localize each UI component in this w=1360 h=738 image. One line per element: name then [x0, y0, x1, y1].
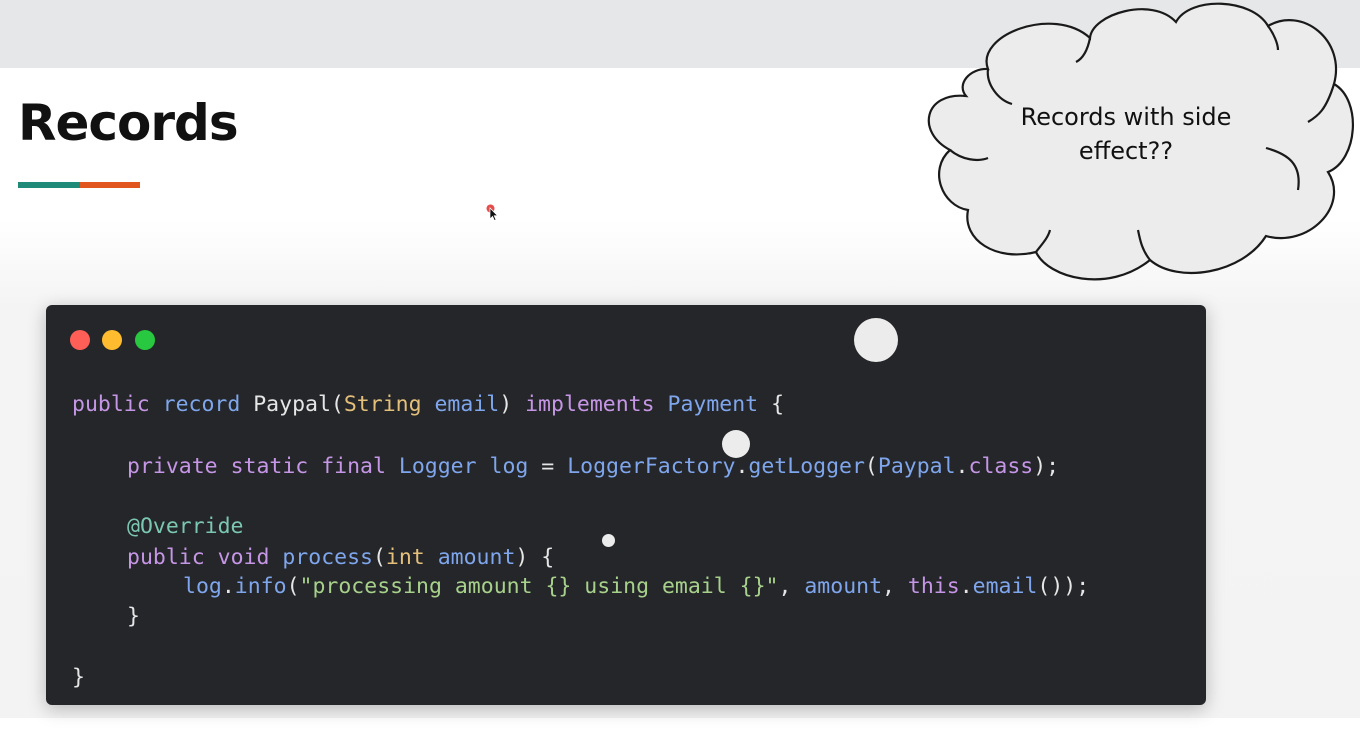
title-underline	[18, 182, 140, 188]
code-token: implements	[525, 392, 655, 417]
slide-title: Records	[18, 94, 239, 152]
code-line-7: }	[72, 663, 85, 693]
underline-orange	[80, 182, 140, 188]
code-token: ,	[882, 574, 908, 599]
code-token: Paypal	[877, 454, 956, 479]
code-line-1: public record Paypal(String email) imple…	[72, 390, 784, 420]
code-token: static	[230, 454, 309, 479]
code-line-3: @Override	[127, 512, 244, 542]
highlight-spot	[722, 430, 750, 458]
code-token: String	[343, 392, 422, 417]
code-token: log	[489, 454, 529, 479]
code-token: amount	[804, 574, 883, 599]
thought-cloud-text: Records with side effect??	[1000, 100, 1252, 168]
code-token: );	[1033, 454, 1060, 479]
code-token: ) {	[515, 545, 555, 570]
code-token: email	[434, 392, 500, 417]
thought-cloud-line-1: Records with side	[1020, 103, 1232, 131]
code-token: ,	[778, 574, 805, 599]
code-token: }	[72, 665, 85, 690]
code-token: info	[234, 574, 287, 599]
window-zoom-button[interactable]	[135, 330, 155, 350]
code-token: getLogger	[748, 454, 865, 479]
mouse-pointer-icon	[486, 204, 499, 221]
code-token: (	[286, 574, 300, 599]
code-token: @Override	[127, 514, 244, 539]
code-token: .	[221, 574, 235, 599]
code-line-2: private static final Logger log = Logger…	[127, 452, 1059, 482]
code-token: Logger	[398, 454, 477, 479]
code-token: {	[758, 392, 785, 417]
window-minimize-button[interactable]	[102, 330, 122, 350]
code-token: ());	[1037, 574, 1090, 599]
window-close-button[interactable]	[70, 330, 90, 350]
code-token: )	[499, 392, 526, 417]
highlight-spot	[854, 318, 898, 362]
code-token: =	[528, 454, 568, 479]
underline-teal	[18, 182, 80, 188]
code-token: void	[217, 545, 270, 570]
code-token: private	[127, 454, 218, 479]
code-token: log	[183, 574, 222, 599]
code-token: public	[72, 392, 150, 417]
code-token: amount	[437, 545, 516, 570]
code-token: }	[127, 604, 140, 629]
code-token: LoggerFactory	[567, 454, 736, 479]
code-token: this	[907, 574, 960, 599]
code-token: (	[864, 454, 878, 479]
code-token: int	[385, 545, 425, 570]
thought-cloud-line-2: effect??	[1078, 137, 1174, 165]
code-token: Paypal(	[240, 392, 344, 417]
code-token: .	[955, 454, 969, 479]
highlight-spot	[602, 534, 615, 547]
code-token: process	[282, 545, 373, 570]
code-token: "processing amount {} using email {}"	[299, 574, 779, 599]
code-line-5: log.info("processing amount {} using ema…	[183, 572, 1089, 602]
code-token: (	[372, 545, 386, 570]
code-token: .	[959, 574, 973, 599]
code-line-6: }	[127, 602, 140, 632]
code-line-4: public void process(int amount) {	[127, 543, 554, 573]
code-token: email	[972, 574, 1038, 599]
code-token: final	[321, 454, 386, 479]
code-token: class	[968, 454, 1034, 479]
code-token: record	[162, 392, 241, 417]
code-token: Payment	[667, 392, 759, 417]
code-block: public record Paypal(String email) imple…	[72, 388, 1089, 738]
code-token: public	[127, 545, 205, 570]
code-window	[46, 305, 1206, 705]
